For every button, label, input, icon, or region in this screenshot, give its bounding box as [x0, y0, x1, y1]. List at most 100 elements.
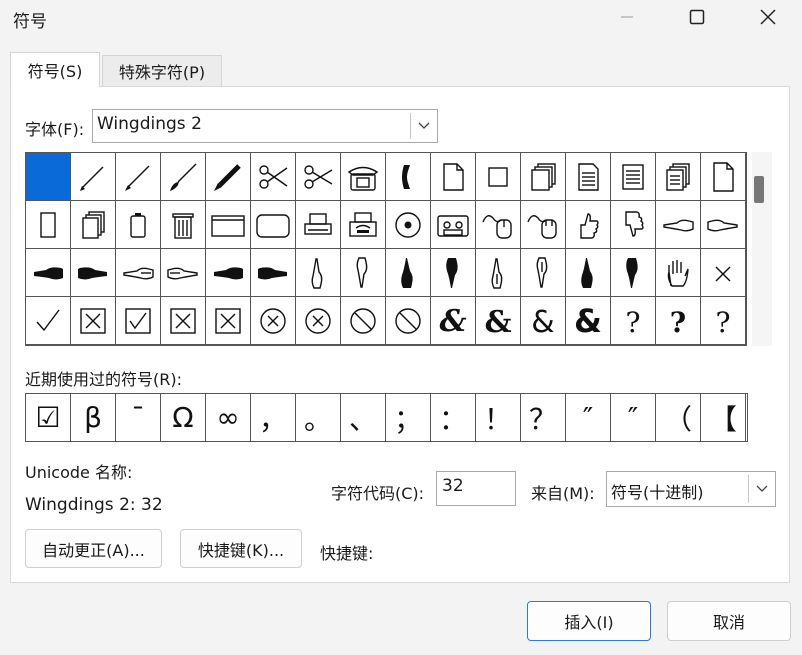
- symbol-cell[interactable]: [476, 249, 521, 297]
- recent-symbol-cell[interactable]: ∞: [206, 394, 251, 441]
- symbol-cell[interactable]: [296, 153, 341, 201]
- symbol-cell[interactable]: [71, 153, 116, 201]
- cancel-button[interactable]: 取消: [667, 601, 791, 641]
- symbol-cell[interactable]: [431, 201, 476, 249]
- font-select[interactable]: Wingdings 2: [92, 109, 438, 143]
- symbol-cell[interactable]: [386, 249, 431, 297]
- recent-symbols-row[interactable]: ☑ β ¯ Ω ∞ ， 。、 ； ： ！ ？ ″ ″ （ 【: [25, 393, 748, 442]
- symbol-cell[interactable]: [566, 153, 611, 201]
- boxed-x-thin-icon: [170, 307, 196, 334]
- symbol-cell[interactable]: [656, 201, 701, 249]
- symbol-cell[interactable]: [386, 153, 431, 201]
- symbol-cell[interactable]: [386, 297, 431, 345]
- recent-symbol-cell[interactable]: ，: [251, 394, 296, 441]
- recent-symbol-cell[interactable]: ！: [476, 394, 521, 441]
- symbol-cell[interactable]: &: [521, 297, 566, 345]
- blank-page-icon: [713, 161, 734, 192]
- symbol-cell[interactable]: [251, 297, 296, 345]
- symbol-cell[interactable]: [566, 201, 611, 249]
- recent-symbol-cell[interactable]: ″: [566, 394, 611, 441]
- symbol-cell[interactable]: [341, 249, 386, 297]
- symbol-cell[interactable]: [386, 201, 431, 249]
- symbol-cell[interactable]: [521, 201, 566, 249]
- symbol-cell[interactable]: [431, 153, 476, 201]
- symbol-cell[interactable]: &: [566, 297, 611, 345]
- symbol-cell[interactable]: [26, 297, 71, 345]
- recent-symbol-cell[interactable]: 。: [296, 394, 341, 441]
- tab-symbols[interactable]: 符号(S): [10, 52, 100, 87]
- symbol-cell[interactable]: [431, 249, 476, 297]
- symbol-cell[interactable]: [206, 297, 251, 345]
- symbol-cell[interactable]: [116, 201, 161, 249]
- symbol-cell[interactable]: [161, 297, 206, 345]
- recent-symbol-cell[interactable]: ；: [386, 394, 431, 441]
- symbol-cell[interactable]: [701, 249, 746, 297]
- recent-symbol-cell[interactable]: 、: [341, 394, 386, 441]
- minimize-button[interactable]: [605, 0, 649, 34]
- symbol-cell[interactable]: [341, 201, 386, 249]
- shortcut-key-button[interactable]: 快捷键(K)...: [180, 529, 302, 568]
- tab-special-characters[interactable]: 特殊字符(P): [102, 55, 222, 86]
- symbol-cell[interactable]: ?: [701, 297, 746, 345]
- scrollbar-thumb[interactable]: [754, 176, 764, 203]
- symbol-cell[interactable]: [341, 297, 386, 345]
- recent-symbol-cell[interactable]: ☑: [26, 394, 71, 441]
- insert-button[interactable]: 插入(I): [527, 601, 651, 641]
- symbol-cell[interactable]: [521, 153, 566, 201]
- symbol-cell[interactable]: [161, 153, 206, 201]
- symbol-cell[interactable]: [116, 249, 161, 297]
- symbol-cell[interactable]: &: [476, 297, 521, 345]
- symbol-cell[interactable]: [656, 249, 701, 297]
- symbol-cell[interactable]: [71, 249, 116, 297]
- symbol-cell[interactable]: [251, 249, 296, 297]
- symbol-cell[interactable]: [71, 201, 116, 249]
- symbol-cell[interactable]: [611, 153, 656, 201]
- recent-symbol-cell[interactable]: ？: [521, 394, 566, 441]
- recent-symbol-cell[interactable]: （: [656, 394, 701, 441]
- symbol-cell[interactable]: [611, 249, 656, 297]
- symbol-cell[interactable]: [296, 201, 341, 249]
- char-code-input[interactable]: 32: [436, 471, 516, 506]
- symbol-cell[interactable]: [251, 201, 296, 249]
- recent-symbol-cell[interactable]: ¯: [116, 394, 161, 441]
- symbol-cell[interactable]: [26, 201, 71, 249]
- symbol-cell[interactable]: ?: [656, 297, 701, 345]
- symbol-cell[interactable]: [71, 297, 116, 345]
- from-select[interactable]: 符号(十进制): [606, 471, 776, 507]
- symbol-cell[interactable]: &: [431, 297, 476, 345]
- symbol-cell[interactable]: [161, 249, 206, 297]
- recent-symbol-cell[interactable]: ：: [431, 394, 476, 441]
- symbol-cell[interactable]: [701, 201, 746, 249]
- symbol-cell[interactable]: [206, 153, 251, 201]
- symbol-cell[interactable]: [296, 249, 341, 297]
- recent-symbol-cell[interactable]: Ω: [161, 394, 206, 441]
- symbol-cell[interactable]: [251, 153, 296, 201]
- symbol-cell[interactable]: [206, 201, 251, 249]
- recent-symbol: （: [663, 402, 692, 436]
- recent-symbol-cell[interactable]: ″: [611, 394, 656, 441]
- symbol-cell[interactable]: [701, 153, 746, 201]
- symbol-cell[interactable]: [26, 249, 71, 297]
- symbol-cell[interactable]: [206, 249, 251, 297]
- symbol-cell[interactable]: [476, 201, 521, 249]
- close-button[interactable]: [746, 0, 790, 34]
- recent-symbol-cell[interactable]: β: [71, 394, 116, 441]
- symbol-cell[interactable]: [116, 153, 161, 201]
- maximize-button[interactable]: [675, 0, 719, 34]
- recent-symbol: ″: [582, 401, 594, 434]
- symbol-cell-selected[interactable]: [26, 153, 71, 201]
- symbol-cell[interactable]: [341, 153, 386, 201]
- symbol-cell[interactable]: [296, 297, 341, 345]
- symbol-cell[interactable]: [521, 249, 566, 297]
- symbol-cell[interactable]: [611, 201, 656, 249]
- symbol-cell[interactable]: [116, 297, 161, 345]
- autocorrect-button[interactable]: 自动更正(A)...: [25, 529, 162, 568]
- symbol-cell[interactable]: [566, 249, 611, 297]
- symbol-cell[interactable]: [161, 201, 206, 249]
- symbol-grid[interactable]: & & & &???: [25, 152, 747, 346]
- symbol-cell[interactable]: [476, 153, 521, 201]
- symbol-cell[interactable]: ?: [611, 297, 656, 345]
- symbol-cell[interactable]: [656, 153, 701, 201]
- svg-text:&: &: [484, 305, 511, 338]
- recent-symbol-cell[interactable]: 【: [701, 394, 746, 441]
